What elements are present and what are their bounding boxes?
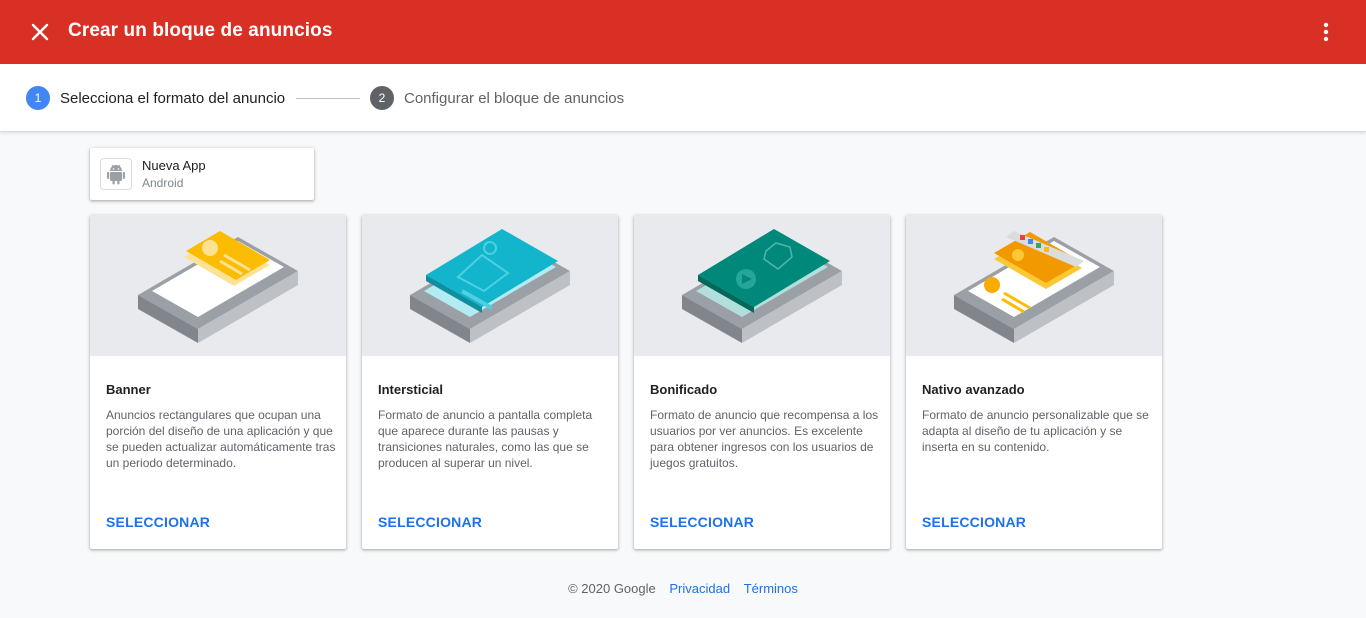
format-card-interstitial: Intersticial Formato de anuncio a pantal… xyxy=(362,215,618,549)
close-icon[interactable] xyxy=(28,20,52,44)
format-title: Nativo avanzado xyxy=(922,382,1025,397)
footer: © 2020 Google Privacidad Términos xyxy=(0,581,1366,596)
terms-link[interactable]: Términos xyxy=(744,581,798,596)
format-title: Bonificado xyxy=(650,382,718,397)
app-selector: Nueva App Android xyxy=(90,148,314,200)
banner-illustration xyxy=(90,215,346,356)
more-vert-icon[interactable] xyxy=(1316,20,1336,44)
app-platform: Android xyxy=(142,176,184,190)
step-select-format: 1 Selecciona el formato del anuncio xyxy=(26,86,285,110)
select-banner-button[interactable]: SELECCIONAR xyxy=(106,514,210,530)
copyright-text: © 2020 Google xyxy=(568,581,656,596)
step-label: Configurar el bloque de anuncios xyxy=(404,89,625,107)
app-name: Nueva App xyxy=(142,158,206,173)
format-card-rewarded: Bonificado Formato de anuncio que recomp… xyxy=(634,215,890,549)
select-rewarded-button[interactable]: SELECCIONAR xyxy=(650,514,754,530)
format-card-banner: Banner Anuncios rectangulares que ocupan… xyxy=(90,215,346,549)
select-native-advanced-button[interactable]: SELECCIONAR xyxy=(922,514,1026,530)
format-description: Formato de anuncio a pantalla completa q… xyxy=(378,408,593,470)
privacy-link[interactable]: Privacidad xyxy=(669,581,730,596)
format-title: Intersticial xyxy=(378,382,444,397)
step-number: 1 xyxy=(26,86,50,110)
android-icon xyxy=(100,158,132,190)
format-description: Anuncios rectangulares que ocupan una po… xyxy=(106,408,336,470)
format-title: Banner xyxy=(106,382,151,397)
select-interstitial-button[interactable]: SELECCIONAR xyxy=(378,514,482,530)
interstitial-illustration xyxy=(362,215,618,356)
format-description: Formato de anuncio personalizable que se… xyxy=(922,408,1149,454)
stepper: 1 Selecciona el formato del anuncio 2 Co… xyxy=(0,64,1366,132)
native-advanced-illustration xyxy=(906,215,1162,356)
step-label: Selecciona el formato del anuncio xyxy=(60,89,286,107)
step-number: 2 xyxy=(370,86,394,110)
step-connector xyxy=(296,98,360,99)
top-app-bar: Crear un bloque de anuncios xyxy=(0,0,1366,64)
page-title: Crear un bloque de anuncios xyxy=(68,20,333,41)
step-configure-ad-unit: 2 Configurar el bloque de anuncios xyxy=(370,86,624,110)
rewarded-illustration xyxy=(634,215,890,356)
format-description: Formato de anuncio que recompensa a los … xyxy=(650,408,879,470)
format-card-native-advanced: Nativo avanzado Formato de anuncio perso… xyxy=(906,215,1162,549)
